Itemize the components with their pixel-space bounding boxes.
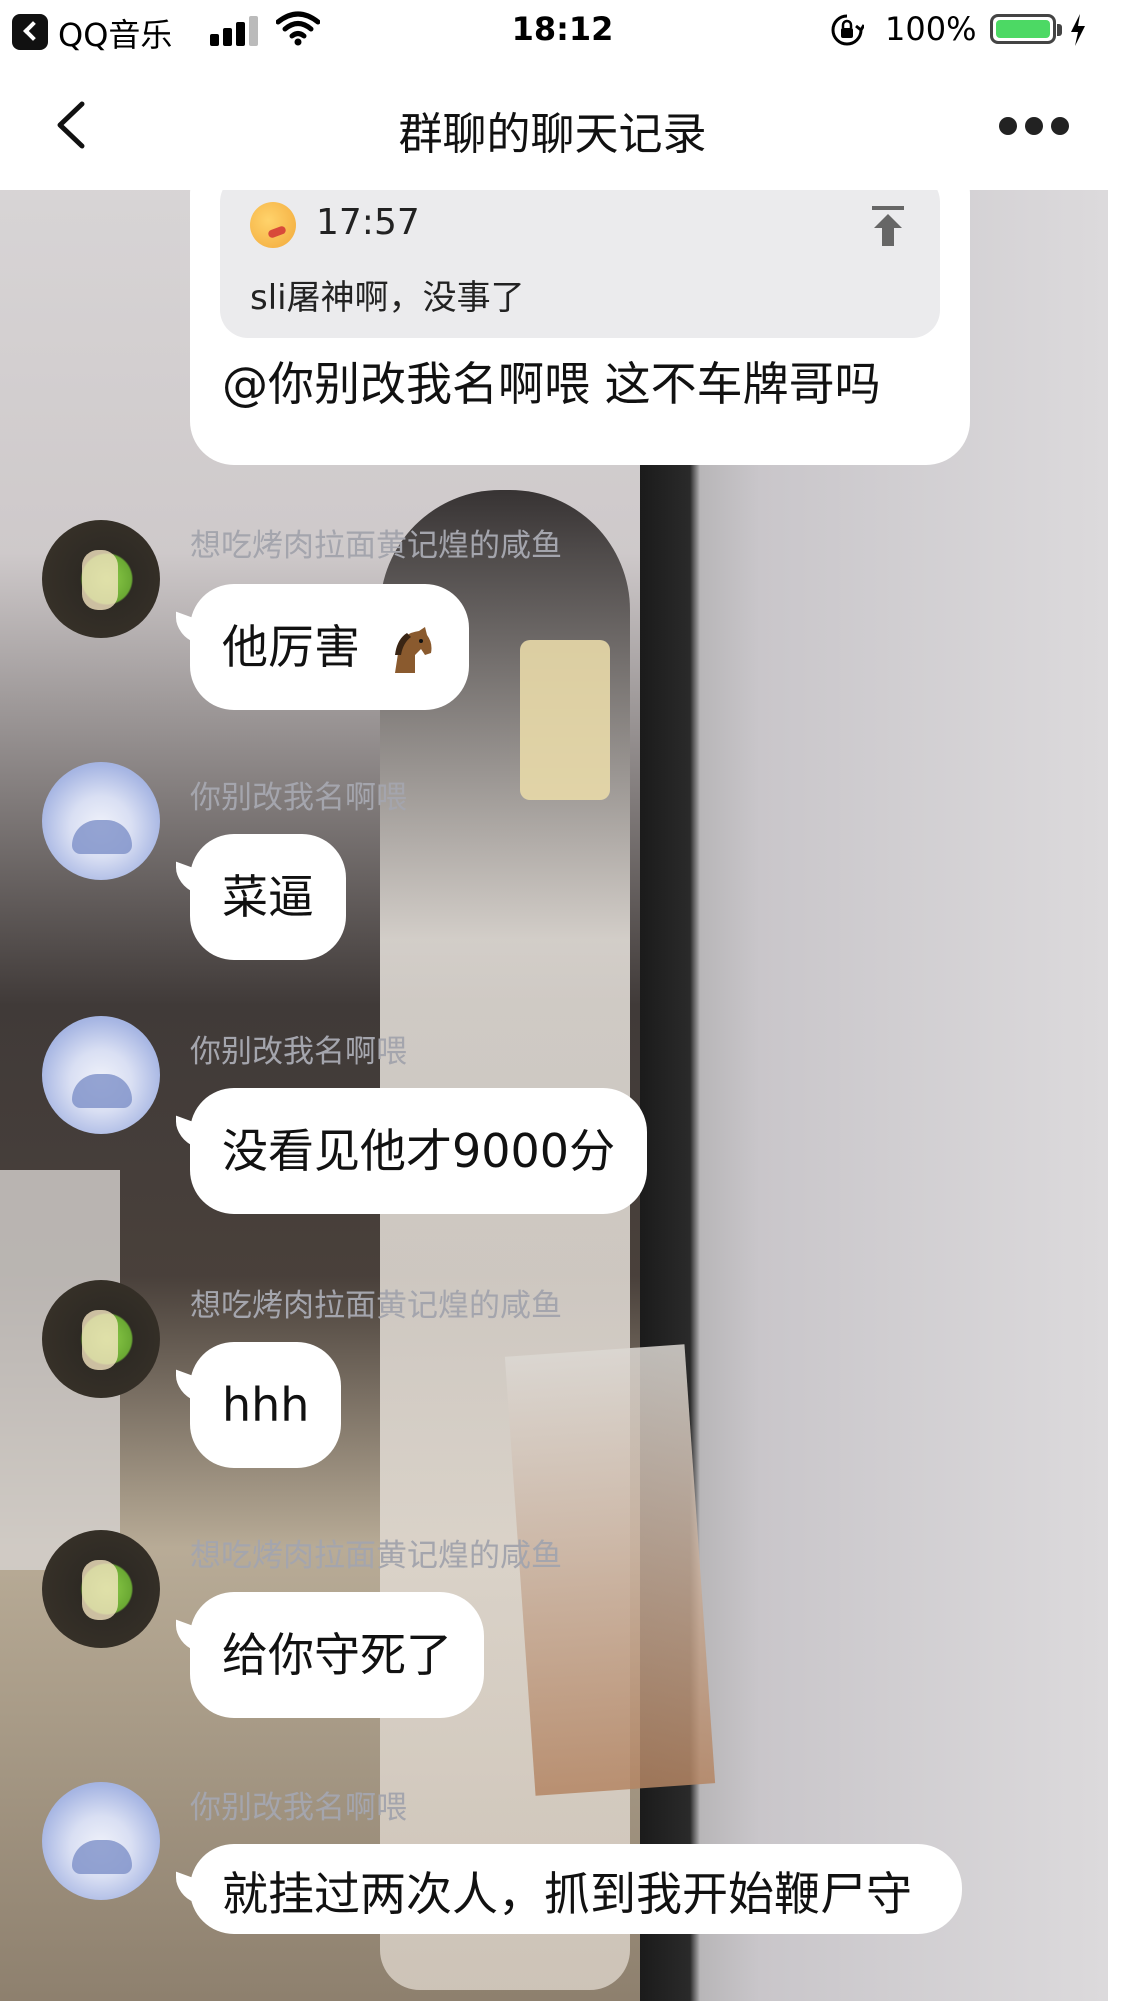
nav-bar: 群聊的聊天记录 <box>0 62 1125 190</box>
message-text: 就挂过两次人，抓到我开始鞭尸守 <box>222 1867 912 1921</box>
quoted-sender-emoji-icon <box>250 202 296 248</box>
horse-icon <box>394 626 432 673</box>
reply-message-bubble[interactable]: 17:57 sli屠神啊，没事了 @你别改我名啊喂 这不车牌哥吗 <box>190 190 970 465</box>
message-text: 给你守死了 <box>222 1628 452 1682</box>
sender-name: 想吃烤肉拉面黄记煌的咸鱼 <box>190 1538 562 1574</box>
quoted-message[interactable]: 17:57 sli屠神啊，没事了 <box>220 190 940 338</box>
charging-bolt-icon <box>1071 14 1085 46</box>
battery-icon <box>990 14 1062 44</box>
battery-percent: 100% <box>885 10 977 48</box>
sender-name: 你别改我名啊喂 <box>190 1790 407 1826</box>
message-text: 没看见他才9000分 <box>222 1124 616 1178</box>
chat-history[interactable]: 17:57 sli屠神啊，没事了 @你别改我名啊喂 这不车牌哥吗 想吃烤肉拉面黄… <box>0 190 1108 2001</box>
page-title: 群聊的聊天记录 <box>398 109 707 160</box>
avatar[interactable] <box>42 1016 160 1134</box>
message-text: hhh <box>222 1378 310 1432</box>
message-text: 他厉害 <box>222 620 360 674</box>
avatar[interactable] <box>42 1280 160 1398</box>
status-bar: QQ音乐 18:12 100% <box>0 0 1125 62</box>
quoted-text: sli屠神啊，没事了 <box>250 278 525 318</box>
message-bubble[interactable]: 菜逼 <box>190 834 346 960</box>
quoted-time: 17:57 <box>316 202 420 243</box>
jump-to-top-icon[interactable] <box>868 204 908 248</box>
sender-name: 你别改我名啊喂 <box>190 780 407 816</box>
reply-text: @你别改我名啊喂 这不车牌哥吗 <box>222 357 881 411</box>
more-options-icon[interactable] <box>998 114 1070 138</box>
avatar[interactable] <box>42 520 160 638</box>
message-bubble[interactable]: 没看见他才9000分 <box>190 1088 648 1214</box>
message-bubble[interactable]: 他厉害 <box>190 584 469 710</box>
chat-background-detail <box>520 640 610 800</box>
avatar[interactable] <box>42 1530 160 1648</box>
sender-name: 你别改我名啊喂 <box>190 1034 407 1070</box>
rotation-lock-icon <box>831 14 864 46</box>
sender-name: 想吃烤肉拉面黄记煌的咸鱼 <box>190 528 562 564</box>
message-text: 菜逼 <box>222 870 314 924</box>
avatar[interactable] <box>42 1782 160 1900</box>
message-bubble[interactable]: 就挂过两次人，抓到我开始鞭尸守 <box>190 1844 962 1934</box>
avatar[interactable] <box>42 762 160 880</box>
sender-name: 想吃烤肉拉面黄记煌的咸鱼 <box>190 1288 562 1324</box>
message-bubble[interactable]: 给你守死了 <box>190 1592 484 1718</box>
message-bubble[interactable]: hhh <box>190 1342 342 1468</box>
